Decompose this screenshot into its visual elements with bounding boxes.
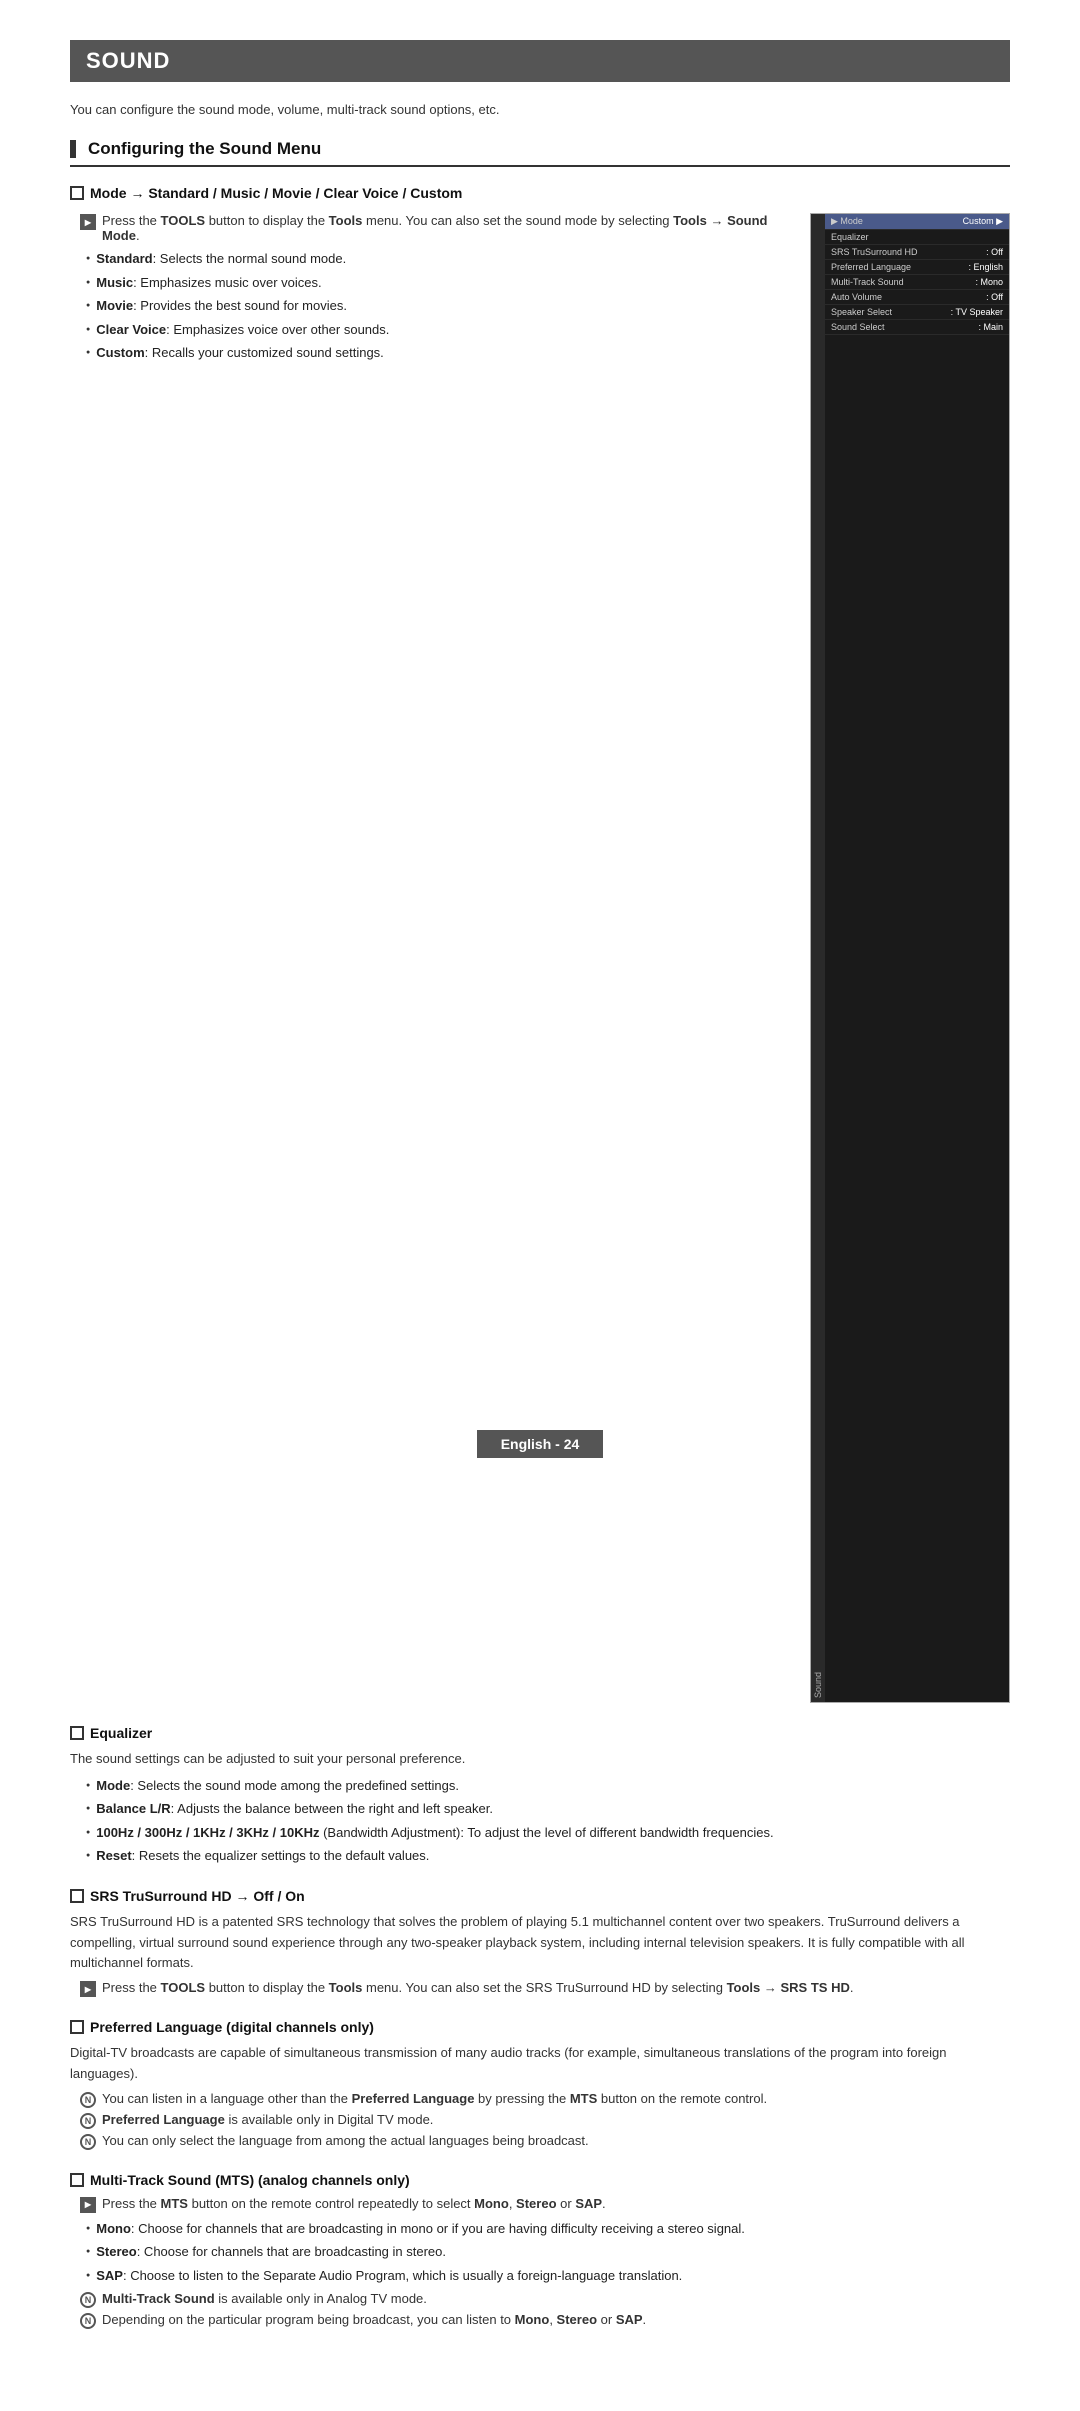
tv-menu-body: ▶ Mode Custom ▶ Equalizer SRS TruSurroun… [825,214,1009,1702]
checkbox-icon-srs [70,1889,84,1903]
tv-row-lang-value: : English [968,262,1003,272]
mode-bullet-movie: Movie: Provides the best sound for movie… [86,296,790,316]
eq-bullet-mode: Mode: Selects the sound mode among the p… [86,1776,1010,1796]
tv-row-lang-label: Preferred Language [831,262,911,272]
preferred-lang-note3-text: You can only select the language from am… [102,2133,589,2148]
checkbox-icon-mts [70,2173,84,2187]
multitrack-subsection: Multi-Track Sound (MTS) (analog channels… [70,2172,1010,2330]
srs-subsection: SRS TruSurround HD → Off / On SRS TruSur… [70,1888,1010,1997]
preferred-lang-body: Digital-TV broadcasts are capable of sim… [70,2043,1010,2085]
tv-menu-row-srs: SRS TruSurround HD : Off [825,245,1009,260]
eq-bullet-balance: Balance L/R: Adjusts the balance between… [86,1799,1010,1819]
tv-row-mode-label: ▶ Mode [831,216,863,227]
preferred-lang-title-label: Preferred Language (digital channels onl… [90,2019,374,2035]
eq-bullet-reset: Reset: Resets the equalizer settings to … [86,1846,1010,1866]
mts-bullet-mono: Mono: Choose for channels that are broad… [86,2219,1010,2239]
equalizer-title-label: Equalizer [90,1725,152,1741]
mode-section-content: ▶ Press the TOOLS button to display the … [70,209,790,369]
multitrack-title: Multi-Track Sound (MTS) (analog channels… [70,2172,1010,2188]
mts-info-note1-text: Multi-Track Sound is available only in A… [102,2291,427,2306]
section-heading-label: Configuring the Sound Menu [88,139,321,159]
info-icon-lang3: N [80,2134,96,2150]
equalizer-subsection-title: Equalizer [70,1725,1010,1741]
preferred-lang-note2-text: Preferred Language is available only in … [102,2112,433,2127]
tv-menu-sidebar: Sound [811,214,825,1702]
mode-subsection-title: Mode → Standard / Music / Movie / Clear … [70,185,1010,201]
mode-section-layout: ▶ Press the TOOLS button to display the … [70,209,1010,1703]
tv-row-mts-value: : Mono [975,277,1003,287]
mode-bullet-custom: Custom: Recalls your customized sound se… [86,343,790,363]
tv-row-speaker-value: : TV Speaker [951,307,1003,317]
tv-menu-row-soundselect: Sound Select : Main [825,320,1009,335]
preferred-lang-subsection: Preferred Language (digital channels onl… [70,2019,1010,2150]
page-title: SOUND [86,48,994,74]
equalizer-body: The sound settings can be adjusted to su… [70,1749,1010,1770]
tv-row-soundselect-label: Sound Select [831,322,885,332]
tv-menu-row-equalizer: Equalizer [825,230,1009,245]
footer-badge: English - 24 [477,1430,604,1458]
srs-body: SRS TruSurround HD is a patented SRS tec… [70,1912,1010,1974]
mode-subsection: Mode → Standard / Music / Movie / Clear … [70,185,1010,1703]
checkbox-icon-equalizer [70,1726,84,1740]
mode-bullet-music: Music: Emphasizes music over voices. [86,273,790,293]
mts-bullets: Mono: Choose for channels that are broad… [86,2219,1010,2286]
tv-menu-row-mode: ▶ Mode Custom ▶ [825,214,1009,230]
tv-menu-screenshot: Sound ▶ Mode Custom ▶ Equalizer SRS TruS… [810,213,1010,1703]
remote-icon-srs: ▶ [80,1981,96,1997]
tv-row-autovol-value: : Off [986,292,1003,302]
checkbox-icon-mode [70,186,84,200]
page-title-bar: SOUND [70,40,1010,82]
preferred-lang-note1: N You can listen in a language other tha… [80,2091,1010,2108]
mode-note1: ▶ Press the TOOLS button to display the … [80,213,790,243]
srs-note1: ▶ Press the TOOLS button to display the … [80,1980,1010,1997]
eq-bullet-bandwidth: 100Hz / 300Hz / 1KHz / 3KHz / 10KHz (Ban… [86,1823,1010,1843]
mode-note1-text: Press the TOOLS button to display the To… [102,213,790,243]
equalizer-bullets: Mode: Selects the sound mode among the p… [86,1776,1010,1866]
srs-note1-text: Press the TOOLS button to display the To… [102,1980,853,1995]
mts-bullet-sap: SAP: Choose to listen to the Separate Au… [86,2266,1010,2286]
tv-row-autovol-label: Auto Volume [831,292,882,302]
tv-row-equalizer-label: Equalizer [831,232,869,242]
mts-note-mts-text: Press the MTS button on the remote contr… [102,2196,606,2211]
info-icon-mts1: N [80,2292,96,2308]
mts-info-note2-text: Depending on the particular program bein… [102,2312,646,2327]
preferred-lang-note2: N Preferred Language is available only i… [80,2112,1010,2129]
mode-bullets: Standard: Selects the normal sound mode.… [86,249,790,363]
tv-row-mode-value: Custom ▶ [963,216,1003,227]
mts-info-note1: N Multi-Track Sound is available only in… [80,2291,1010,2308]
tv-menu-row-speaker: Speaker Select : TV Speaker [825,305,1009,320]
tv-row-mts-label: Multi-Track Sound [831,277,904,287]
preferred-lang-note1-text: You can listen in a language other than … [102,2091,767,2106]
remote-icon-mts: ▶ [80,2197,96,2213]
mts-bullet-stereo: Stereo: Choose for channels that are bro… [86,2242,1010,2262]
section-heading-configuring: Configuring the Sound Menu [70,139,1010,167]
checkbox-icon-lang [70,2020,84,2034]
tv-row-srs-label: SRS TruSurround HD [831,247,918,257]
info-icon-lang2: N [80,2113,96,2129]
tv-menu-row-lang: Preferred Language : English [825,260,1009,275]
tv-menu-row-mts: Multi-Track Sound : Mono [825,275,1009,290]
info-icon-mts2: N [80,2313,96,2329]
srs-subsection-title: SRS TruSurround HD → Off / On [70,1888,1010,1904]
preferred-lang-note3: N You can only select the language from … [80,2133,1010,2150]
mode-title-label: Mode → Standard / Music / Movie / Clear … [90,185,462,201]
remote-icon-mode: ▶ [80,214,96,230]
footer: English - 24 [0,1430,1080,1458]
tv-menu-row-autovol: Auto Volume : Off [825,290,1009,305]
tv-row-srs-value: : Off [986,247,1003,257]
info-icon-lang1: N [80,2092,96,2108]
preferred-lang-title: Preferred Language (digital channels onl… [70,2019,1010,2035]
multitrack-title-label: Multi-Track Sound (MTS) (analog channels… [90,2172,410,2188]
equalizer-subsection: Equalizer The sound settings can be adju… [70,1725,1010,1866]
mts-info-note2: N Depending on the particular program be… [80,2312,1010,2329]
intro-text: You can configure the sound mode, volume… [70,102,1010,117]
mode-bullet-standard: Standard: Selects the normal sound mode. [86,249,790,269]
mts-note-mts-button: ▶ Press the MTS button on the remote con… [80,2196,1010,2213]
tv-row-speaker-label: Speaker Select [831,307,892,317]
tv-menu-inner: Sound ▶ Mode Custom ▶ Equalizer SRS TruS… [811,214,1009,1702]
srs-title-label: SRS TruSurround HD → Off / On [90,1888,305,1904]
mode-bullet-clearvoice: Clear Voice: Emphasizes voice over other… [86,320,790,340]
tv-row-soundselect-value: : Main [978,322,1003,332]
